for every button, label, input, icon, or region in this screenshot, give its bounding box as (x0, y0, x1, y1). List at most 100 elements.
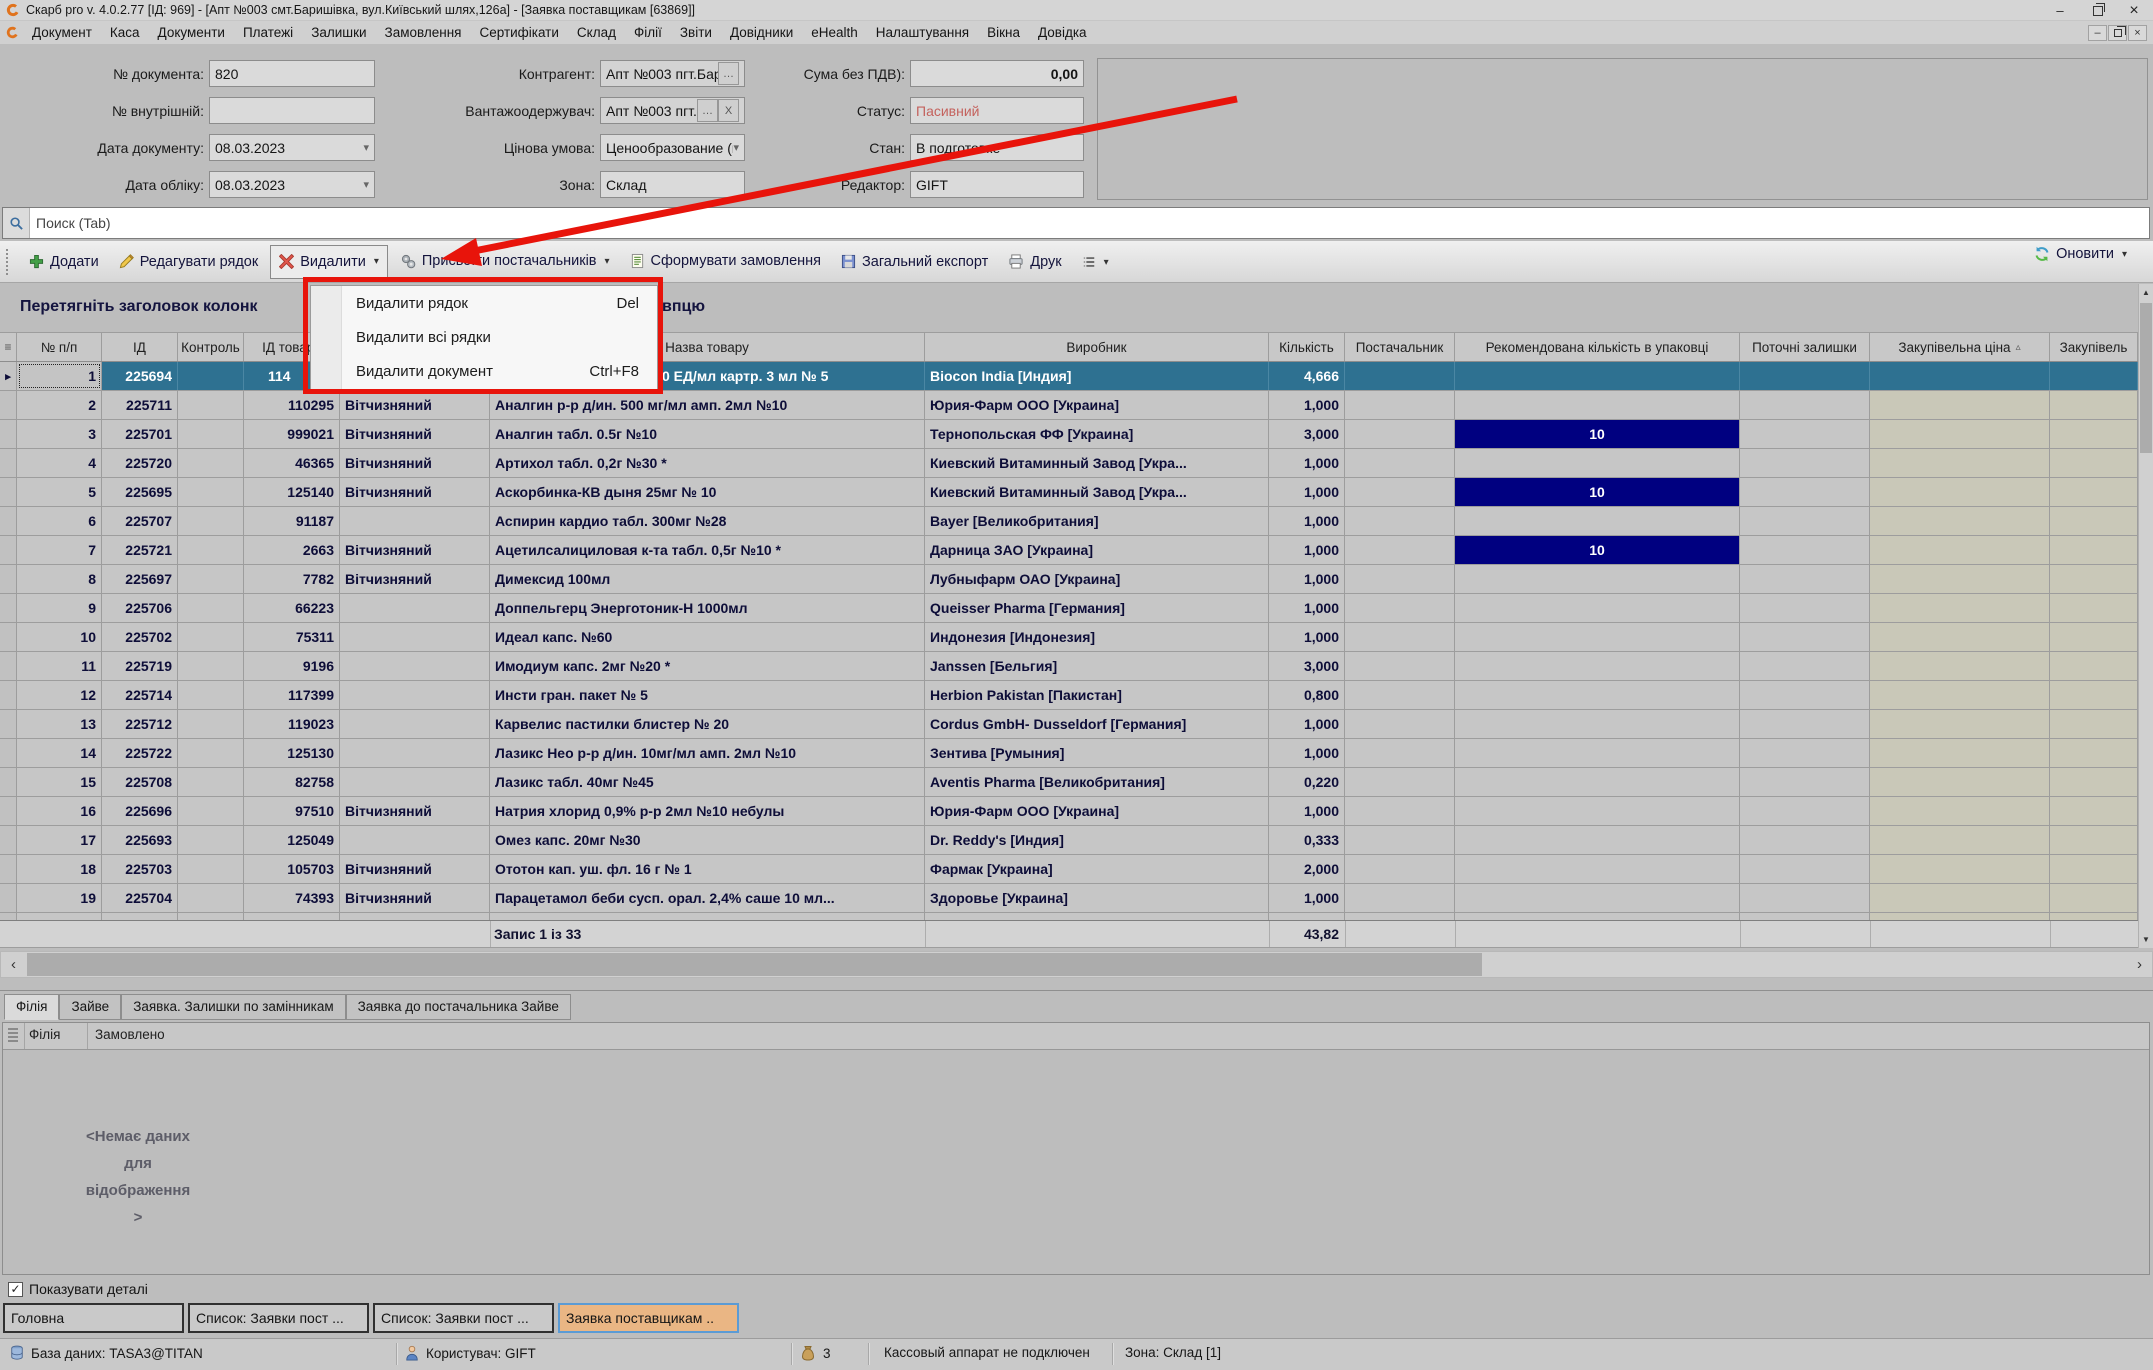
menu-Сертифікати[interactable]: Сертифікати (470, 23, 567, 42)
field-датаобліку[interactable]: 08.03.2023▾ (209, 171, 375, 198)
видалити-button[interactable]: Видалити▾ (270, 245, 388, 279)
редагувати-рядок-button[interactable]: Редагувати рядок (111, 246, 267, 278)
vertical-scrollbar[interactable]: ▲ ▼ (2138, 284, 2153, 948)
document-tab-2[interactable]: Список: Заявки пост ... (188, 1303, 369, 1333)
show-details-checkbox[interactable]: ✓ Показувати деталі (8, 1281, 148, 1297)
lookup-ellipsis-button[interactable]: … (697, 99, 718, 122)
menu-item-видалити-документ[interactable]: Видалити документCtrl+F8 (311, 354, 657, 388)
chevron-down-icon[interactable]: ▾ (363, 178, 369, 191)
field-документа[interactable]: 820 (209, 60, 375, 87)
column-header-control[interactable]: Контроль (178, 333, 244, 361)
detail-tab-заявка-до-постачальника-зайве[interactable]: Заявка до постачальника Зайве (346, 994, 571, 1020)
table-row[interactable]: 12225714117399Инсти гран. пакет № 5Herbi… (0, 681, 2153, 710)
table-row[interactable]: 5225695125140ВітчизнянийАскорбинка-КВ ды… (0, 478, 2153, 507)
detail-tab-заявка-залишки-по-замінникам[interactable]: Заявка. Залишки по замінникам (121, 994, 345, 1020)
chevron-down-icon[interactable]: ▾ (363, 141, 369, 154)
table-row[interactable]: 622570791187Аспирин кардио табл. 300мг №… (0, 507, 2153, 536)
menu-Документи[interactable]: Документи (149, 23, 234, 42)
column-header-maker[interactable]: Виробник (925, 333, 1269, 361)
column-header-n[interactable]: № п/п (17, 333, 102, 361)
list-view-button[interactable]: ▾ (1074, 246, 1117, 278)
menu-Залишки[interactable]: Залишки (302, 23, 375, 42)
menu-Налаштування[interactable]: Налаштування (867, 23, 978, 42)
сформувати-замовлення-button[interactable]: Сформувати замовлення (622, 245, 829, 277)
field-датадокументу[interactable]: 08.03.2023▾ (209, 134, 375, 161)
table-row[interactable]: 1622569697510ВітчизнянийНатрия хлорид 0,… (0, 797, 2153, 826)
mdi-close-button[interactable]: × (2128, 25, 2147, 41)
menu-Документ[interactable]: Документ (23, 23, 101, 42)
menu-Звіти[interactable]: Звіти (671, 23, 721, 42)
table-row[interactable]: 20225700125110ВітчизнянийПарацетамол таб… (0, 913, 2153, 920)
table-row[interactable]: 17225693125049Омез капс. 20мг №30Dr. Red… (0, 826, 2153, 855)
lookup-ellipsis-button[interactable]: … (718, 62, 739, 85)
detail-column-zamovleno[interactable]: Замовлено (95, 1027, 165, 1042)
menu-Філії[interactable]: Філії (625, 23, 671, 42)
column-header-rec[interactable]: Рекомендована кількість в упаковці (1455, 333, 1740, 361)
menu-Довідники[interactable]: Довідники (721, 23, 802, 42)
search-input[interactable]: Поиск (Tab) (2, 207, 2150, 239)
table-row[interactable]: 422572046365ВітчизнянийАртихол табл. 0,2… (0, 449, 2153, 478)
refresh-button[interactable]: Оновити ▾ (2034, 246, 2127, 262)
table-row[interactable]: 13225712119023Карвелис пастилки блистер … (0, 710, 2153, 739)
field-статус[interactable]: Пасивний (910, 97, 1084, 124)
menu-Вікна[interactable]: Вікна (978, 23, 1029, 42)
scroll-down-icon[interactable]: ▼ (2139, 931, 2153, 948)
table-row[interactable]: 18225703105703ВітчизнянийОтотон кап. уш.… (0, 855, 2153, 884)
field-стан[interactable]: В подготовке (910, 134, 1084, 161)
field-ціноваумова[interactable]: Ценообразование (госпиталь)▾ (600, 134, 745, 161)
menu-item-видалити-всі-рядки[interactable]: Видалити всі рядки (311, 320, 657, 354)
column-header-supplier[interactable]: Постачальник (1345, 333, 1455, 361)
table-row[interactable]: 2225711110295ВітчизнянийАналгин р-р д/ин… (0, 391, 2153, 420)
menu-Каса[interactable]: Каса (101, 23, 149, 42)
restore-button[interactable] (2083, 2, 2113, 19)
column-header-ind[interactable]: ≡ (0, 333, 17, 361)
mdi-minimize-button[interactable]: – (2088, 25, 2107, 41)
menu-eHealth[interactable]: eHealth (802, 23, 867, 42)
menu-Замовлення[interactable]: Замовлення (376, 23, 471, 42)
menu-Склад[interactable]: Склад (568, 23, 625, 42)
column-header-price[interactable]: Закупівельна ціна▵ (1870, 333, 2050, 361)
scroll-up-icon[interactable]: ▲ (2139, 284, 2153, 301)
column-header-qty[interactable]: Кількість (1269, 333, 1345, 361)
detail-tab-зайве[interactable]: Зайве (59, 994, 121, 1020)
menu-Платежі[interactable]: Платежі (234, 23, 302, 42)
field-внутрішній[interactable] (209, 97, 375, 124)
vertical-scroll-thumb[interactable] (2140, 303, 2152, 453)
table-row[interactable]: 1922570474393ВітчизнянийПарацетамол беби… (0, 884, 2153, 913)
detail-tab-філія[interactable]: Філія (4, 994, 59, 1020)
field-контрагент[interactable]: Апт №003 пгт.Барышевка, ул.Киев… (600, 60, 745, 87)
toolbar-grip[interactable] (6, 249, 13, 275)
присвоїти-постачальників-button[interactable]: Присвоїти постачальників▾ (392, 245, 618, 277)
column-header-id[interactable]: ІД (102, 333, 178, 361)
table-row[interactable]: 82256977782ВітчизнянийДимексид 100млЛубн… (0, 565, 2153, 594)
table-row[interactable]: 72257212663ВітчизнянийАцетилсалициловая … (0, 536, 2153, 565)
clear-button[interactable]: X (718, 99, 739, 122)
field-сумабезпдв[interactable]: 0,00 (910, 60, 1084, 87)
column-header-stock[interactable]: Поточні залишки (1740, 333, 1870, 361)
horizontal-scroll-thumb[interactable] (27, 953, 1482, 976)
menu-Довідка[interactable]: Довідка (1029, 23, 1096, 42)
scroll-left-icon[interactable]: ‹ (1, 952, 26, 977)
table-row[interactable]: 112257199196Имодиум капс. 2мг №20 *Janss… (0, 652, 2153, 681)
horizontal-scrollbar[interactable]: ‹ › (0, 951, 2153, 978)
close-button[interactable]: × (2119, 2, 2149, 19)
table-row[interactable]: 1022570275311Идеал капс. №60Индонезия [И… (0, 623, 2153, 652)
minimize-button[interactable]: – (2045, 2, 2075, 19)
document-tab-4[interactable]: Заявка поставщикам .. (558, 1303, 739, 1333)
menu-item-видалити-рядок[interactable]: Видалити рядокDel (311, 286, 657, 320)
field-вантажоодержувач[interactable]: Апт №003 пгт.Барышевка, ул.К…X (600, 97, 745, 124)
mdi-restore-button[interactable] (2108, 25, 2127, 41)
column-header-value[interactable]: Закупівель (2050, 333, 2138, 361)
chevron-down-icon[interactable]: ▾ (733, 141, 739, 154)
загальний-експорт-button[interactable]: Загальний експорт (833, 246, 996, 278)
scroll-right-icon[interactable]: › (2127, 952, 2152, 977)
table-row[interactable]: 1522570882758Лазикс табл. 40мг №45Aventi… (0, 768, 2153, 797)
document-tab-3[interactable]: Список: Заявки пост ... (373, 1303, 554, 1333)
table-row[interactable]: 922570666223Доппельгерц Энерготоник-Н 10… (0, 594, 2153, 623)
додати-button[interactable]: Додати (21, 246, 107, 278)
document-tab-1[interactable]: Головна (3, 1303, 184, 1333)
field-зона[interactable]: Склад (600, 171, 745, 198)
table-row[interactable]: 14225722125130Лазикс Нео р-р д/ин. 10мг/… (0, 739, 2153, 768)
detail-column-filia[interactable]: Філія (29, 1027, 60, 1042)
field-редактор[interactable]: GIFT (910, 171, 1084, 198)
